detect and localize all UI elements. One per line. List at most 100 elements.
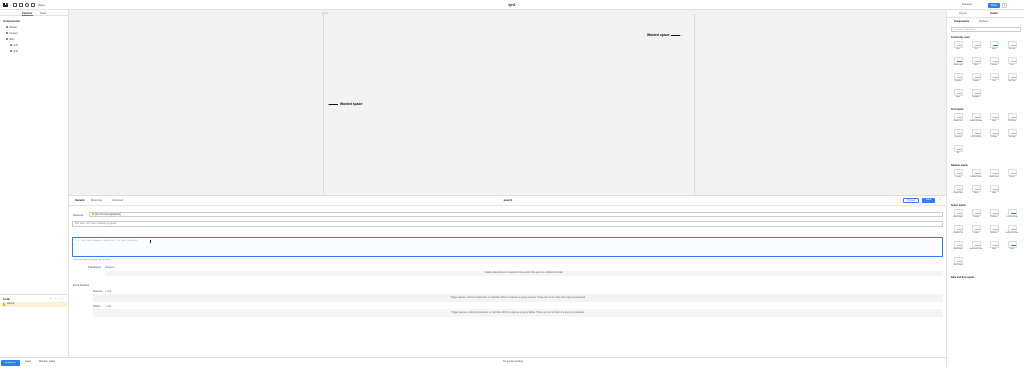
palette-item[interactable]: Text bbox=[969, 41, 983, 53]
more-icon[interactable]: ⋯ bbox=[60, 297, 62, 300]
component-thumbnail-icon bbox=[989, 169, 999, 176]
resource-select[interactable]: Run JS Code (javascript) bbox=[89, 212, 943, 217]
tab-inspect[interactable]: Inspect bbox=[959, 12, 967, 15]
tree-item-tyrt1[interactable]: tyrt1 bbox=[10, 44, 18, 47]
palette-item[interactable]: Currency bbox=[951, 169, 965, 181]
palette-item[interactable]: Rating bbox=[969, 185, 983, 197]
palette-item[interactable]: Text input bbox=[1005, 41, 1019, 53]
palette-item[interactable]: Segmented Control bbox=[969, 241, 983, 253]
palette-item[interactable]: Checkbox Tree bbox=[951, 225, 965, 237]
code-line-1: 1 // Use code debugger which will fix yo… bbox=[75, 240, 137, 242]
search-icon[interactable]: ⌕ bbox=[55, 297, 56, 300]
tab-explorer[interactable]: Explorer bbox=[22, 12, 33, 17]
history-icon[interactable] bbox=[25, 3, 29, 7]
palette-item[interactable]: Rich Text Editor bbox=[969, 129, 983, 141]
palette-item[interactable]: Switch Group bbox=[951, 257, 965, 269]
component-thumbnail-icon bbox=[971, 185, 981, 192]
palette-item[interactable]: Range Slider bbox=[951, 185, 965, 197]
add-query-icon[interactable]: + bbox=[50, 297, 52, 300]
component-thumbnail-icon bbox=[953, 89, 963, 96]
preview-button[interactable]: Preview bbox=[903, 198, 919, 203]
run-mode-select[interactable]: Run query only when manually triggered bbox=[72, 221, 943, 227]
palette-item[interactable]: Navigation bbox=[969, 89, 983, 101]
palette-item[interactable]: Keyvalue bbox=[969, 73, 983, 85]
palette-item[interactable]: Image bbox=[951, 89, 965, 101]
tab-modules[interactable]: Modules bbox=[979, 20, 988, 23]
version-label[interactable]: Latest bbox=[25, 361, 31, 363]
palette-item[interactable]: Text Area bbox=[987, 129, 1001, 141]
palette-item[interactable]: Cascader bbox=[969, 209, 983, 221]
tree-item-header[interactable]: Header bbox=[6, 26, 17, 29]
palette-item[interactable]: Checkbox Group bbox=[1005, 209, 1019, 221]
palette-item[interactable]: Multiselect bbox=[987, 225, 1001, 237]
component-glyph bbox=[1010, 44, 1016, 47]
save-button[interactable]: Save bbox=[922, 198, 935, 203]
palette-item[interactable]: Table bbox=[951, 41, 965, 53]
tab-general[interactable]: General bbox=[75, 199, 84, 202]
palette-item[interactable]: Form bbox=[1005, 57, 1019, 69]
palette-item[interactable]: Key, Value bbox=[1005, 73, 1019, 85]
palette-item-label: Form bbox=[1010, 64, 1014, 66]
palette-item[interactable]: Email bbox=[987, 113, 1001, 125]
palette-item[interactable]: Multiselect Listbox bbox=[1005, 225, 1019, 237]
add-success-handler-button[interactable]: + Add bbox=[105, 290, 111, 293]
query-list-item[interactable]: query1 bbox=[1, 302, 67, 307]
palette-item[interactable]: Checkbox bbox=[987, 209, 1001, 221]
palette-item[interactable]: Number Input bbox=[987, 169, 1001, 181]
more-menu-button[interactable]: ▾ bbox=[1002, 2, 1007, 8]
folder-icon[interactable] bbox=[13, 3, 17, 7]
palette-item[interactable]: Button Group bbox=[951, 209, 965, 221]
tab-advanced[interactable]: Advanced bbox=[112, 199, 123, 202]
palette-item[interactable]: Button bbox=[987, 41, 1001, 53]
palette-item-label: Checkbox bbox=[954, 80, 962, 82]
share-button[interactable]: Share bbox=[988, 2, 1000, 8]
palette-item[interactable]: Editable Number bbox=[969, 169, 983, 181]
tab-response[interactable]: Response bbox=[91, 199, 102, 202]
tab-create[interactable]: Create bbox=[990, 12, 998, 15]
component-thumbnail-icon bbox=[971, 89, 981, 96]
tree-item-tyrt2[interactable]: tyrt2 bbox=[10, 50, 18, 53]
palette-item[interactable]: Slider bbox=[987, 185, 1001, 197]
palette-item[interactable]: Checkbox bbox=[951, 73, 965, 85]
app-breadcrumb[interactable]: Apps bbox=[38, 3, 45, 7]
palette-item[interactable]: Switch bbox=[1005, 241, 1019, 253]
component-thumbnail-icon bbox=[1007, 209, 1017, 216]
javascript-icon bbox=[3, 303, 6, 306]
palette-item[interactable]: Select bbox=[969, 57, 983, 69]
tab-components[interactable]: Components bbox=[954, 20, 969, 23]
tree-item-main[interactable]: Main bbox=[6, 38, 14, 41]
more-options-icon[interactable]: ⋯ bbox=[895, 198, 898, 201]
palette-item[interactable]: JSON Editor bbox=[1005, 113, 1019, 125]
palette-item[interactable]: Chart bbox=[987, 73, 1001, 85]
tab-state[interactable]: State bbox=[40, 12, 46, 15]
environment-button[interactable]: production bbox=[1, 359, 20, 366]
palette-item[interactable]: Select bbox=[987, 241, 1001, 253]
learn-more-link[interactable]: Learn more about Javascript queries here… bbox=[73, 259, 111, 261]
palette-item[interactable]: Listbox bbox=[969, 225, 983, 237]
palette-item[interactable]: Number input bbox=[951, 57, 965, 69]
runtime-label[interactable]: Runtime: Latest bbox=[39, 361, 55, 363]
code-editor[interactable]: 1 // Use code debugger which will fix yo… bbox=[72, 237, 943, 257]
palette-item[interactable]: Editable Text Area bbox=[969, 113, 983, 125]
settings-icon[interactable] bbox=[31, 3, 35, 7]
add-failure-handler-button[interactable]: + Add bbox=[105, 305, 111, 308]
panel-icon[interactable] bbox=[19, 3, 23, 7]
transformer-toggle[interactable]: Disabled bbox=[105, 266, 114, 269]
component-search-input[interactable]: ⌕ Search components bbox=[951, 27, 1021, 32]
palette-item[interactable]: Percent bbox=[1005, 169, 1019, 181]
tree-item-content[interactable]: Content bbox=[6, 32, 18, 35]
app-frame[interactable] bbox=[323, 14, 695, 195]
releases-button[interactable]: Releases bbox=[962, 3, 972, 6]
expand-icon[interactable]: ⤢ bbox=[939, 198, 941, 201]
component-thumbnail-icon bbox=[971, 129, 981, 136]
palette-section-heading: Text inputs bbox=[951, 108, 964, 111]
palette-item[interactable]: Text Input bbox=[1005, 129, 1019, 141]
logo-icon[interactable] bbox=[3, 2, 8, 8]
palette-item[interactable]: Editable Text bbox=[951, 113, 965, 125]
palette-item[interactable]: URL bbox=[951, 145, 965, 157]
component-thumbnail-icon bbox=[953, 169, 963, 176]
palette-item[interactable]: Radio Group bbox=[951, 241, 965, 253]
palette-item[interactable]: Container bbox=[987, 57, 1001, 69]
palette-item[interactable]: Password bbox=[951, 129, 965, 141]
status-bar: production Latest Runtime: Latest No que… bbox=[0, 357, 946, 367]
